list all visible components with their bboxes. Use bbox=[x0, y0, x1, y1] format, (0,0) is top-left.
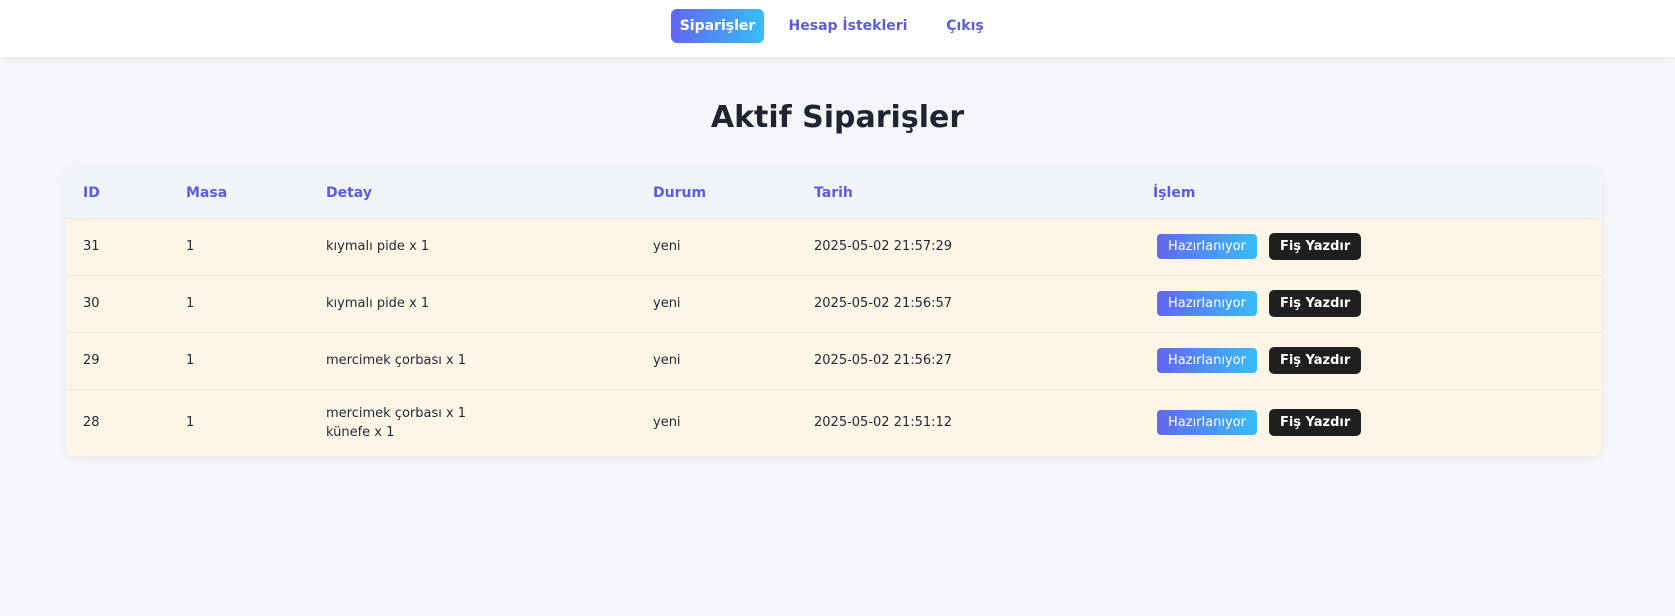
cell-islem: Hazırlanıyor Fiş Yazdır bbox=[1136, 332, 1602, 390]
cell-islem: Hazırlanıyor Fiş Yazdır bbox=[1136, 218, 1602, 276]
cell-id: 29 bbox=[66, 332, 169, 390]
table-row: 31 1 kıymalı pide x 1 yeni 2025-05-02 21… bbox=[66, 218, 1602, 276]
cell-durum: yeni bbox=[636, 218, 797, 276]
cell-tarih: 2025-05-02 21:56:27 bbox=[797, 332, 1136, 390]
column-header-masa: Masa bbox=[169, 168, 309, 219]
cell-detay: kıymalı pide x 1 bbox=[309, 275, 636, 333]
top-navigation: Siparişler Hesap İstekleri Çıkış bbox=[0, 0, 1675, 57]
cell-masa: 1 bbox=[169, 218, 309, 276]
cell-detay: mercimek çorbası x 1 künefe x 1 bbox=[309, 389, 636, 456]
cell-masa: 1 bbox=[169, 389, 309, 456]
cell-masa: 1 bbox=[169, 332, 309, 390]
detail-line: kıymalı pide x 1 bbox=[326, 296, 430, 311]
nav-logout-link[interactable]: Çıkış bbox=[938, 9, 992, 43]
cell-id: 28 bbox=[66, 389, 169, 456]
column-header-id: ID bbox=[66, 168, 169, 219]
prepare-button[interactable]: Hazırlanıyor bbox=[1157, 410, 1257, 436]
prepare-button[interactable]: Hazırlanıyor bbox=[1157, 348, 1257, 373]
cell-id: 30 bbox=[66, 275, 169, 333]
row-actions: Hazırlanıyor Fiş Yazdır bbox=[1153, 233, 1602, 260]
print-receipt-button[interactable]: Fiş Yazdır bbox=[1268, 409, 1362, 437]
nav-orders-tab[interactable]: Siparişler bbox=[671, 9, 764, 43]
detail-line: künefe x 1 bbox=[326, 424, 395, 440]
detail-line: mercimek çorbası x 1 bbox=[326, 405, 467, 421]
column-header-tarih: Tarih bbox=[797, 168, 1136, 219]
cell-tarih: 2025-05-02 21:51:12 bbox=[797, 389, 1136, 456]
column-header-detay: Detay bbox=[309, 168, 636, 219]
print-receipt-button[interactable]: Fiş Yazdır bbox=[1268, 233, 1362, 260]
cell-islem: Hazırlanıyor Fiş Yazdır bbox=[1136, 389, 1602, 456]
table-row: 28 1 mercimek çorbası x 1 künefe x 1 yen… bbox=[66, 389, 1602, 456]
table-header-row: ID Masa Detay Durum Tarih İşlem bbox=[66, 168, 1602, 219]
orders-table-card: ID Masa Detay Durum Tarih İşlem 31 1 kıy… bbox=[66, 168, 1602, 456]
prepare-button[interactable]: Hazırlanıyor bbox=[1157, 234, 1257, 259]
cell-durum: yeni bbox=[636, 275, 797, 333]
print-receipt-button[interactable]: Fiş Yazdır bbox=[1268, 347, 1362, 374]
page-title: Aktif Siparişler bbox=[710, 100, 965, 135]
nav-account-requests-tab[interactable]: Hesap İstekleri bbox=[789, 9, 908, 43]
row-actions: Hazırlanıyor Fiş Yazdır bbox=[1153, 290, 1602, 317]
cell-id: 31 bbox=[66, 218, 169, 276]
cell-islem: Hazırlanıyor Fiş Yazdır bbox=[1136, 275, 1602, 333]
detail-line: kıymalı pide x 1 bbox=[326, 239, 430, 254]
prepare-button[interactable]: Hazırlanıyor bbox=[1157, 291, 1257, 316]
cell-durum: yeni bbox=[636, 389, 797, 456]
table-row: 30 1 kıymalı pide x 1 yeni 2025-05-02 21… bbox=[66, 275, 1602, 333]
row-actions: Hazırlanıyor Fiş Yazdır bbox=[1153, 347, 1602, 374]
cell-masa: 1 bbox=[169, 275, 309, 333]
cell-tarih: 2025-05-02 21:56:57 bbox=[797, 275, 1136, 333]
cell-durum: yeni bbox=[636, 332, 797, 390]
column-header-durum: Durum bbox=[636, 168, 797, 219]
row-actions: Hazırlanıyor Fiş Yazdır bbox=[1153, 409, 1602, 437]
print-receipt-button[interactable]: Fiş Yazdır bbox=[1268, 290, 1362, 317]
cell-detay: mercimek çorbası x 1 bbox=[309, 332, 636, 390]
orders-table: ID Masa Detay Durum Tarih İşlem 31 1 kıy… bbox=[66, 168, 1602, 456]
cell-tarih: 2025-05-02 21:57:29 bbox=[797, 218, 1136, 276]
column-header-islem: İşlem bbox=[1136, 168, 1602, 219]
cell-detay: kıymalı pide x 1 bbox=[309, 218, 636, 276]
detail-line: mercimek çorbası x 1 bbox=[326, 353, 467, 368]
table-row: 29 1 mercimek çorbası x 1 yeni 2025-05-0… bbox=[66, 332, 1602, 390]
